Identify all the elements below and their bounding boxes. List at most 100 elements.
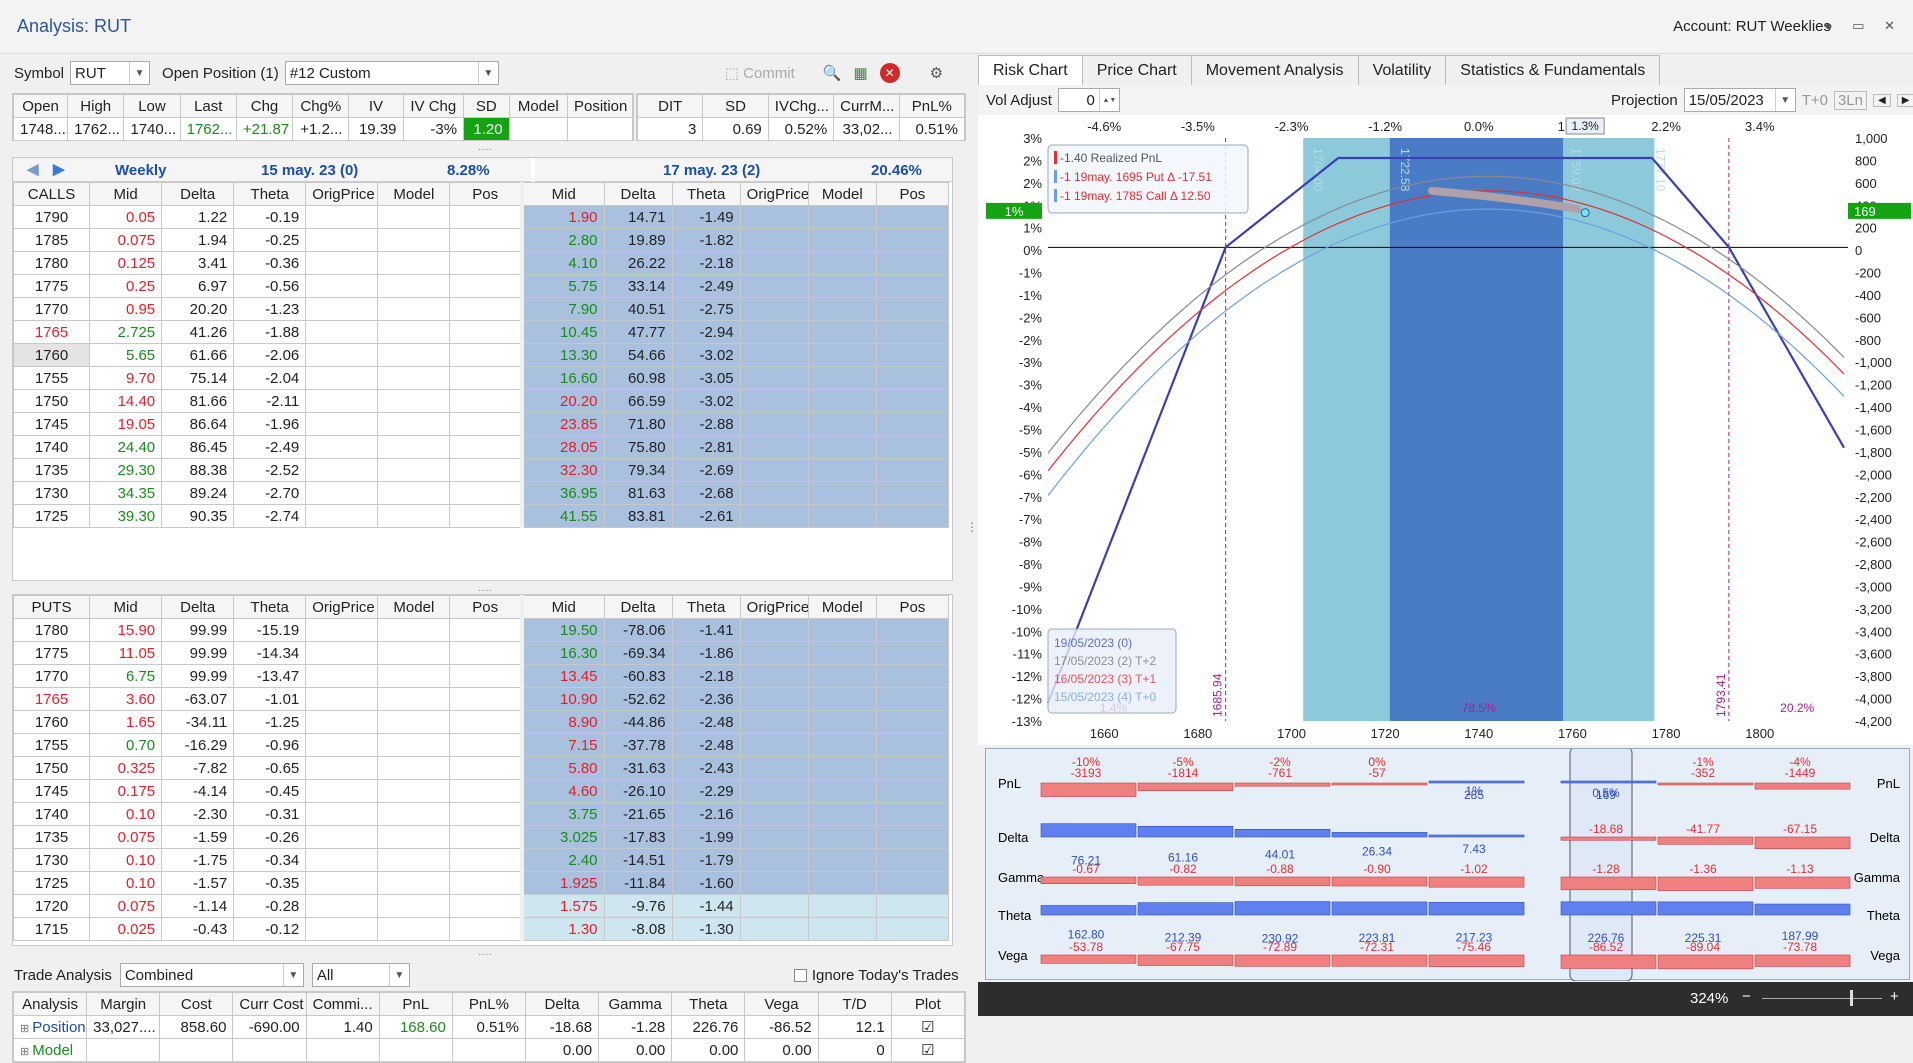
prev-arrow-icon[interactable]: ◀ — [27, 160, 39, 178]
chain-cell — [305, 412, 379, 436]
tab-movement-analysis[interactable]: Movement Analysis — [1190, 55, 1359, 85]
trade-row[interactable]: ⊞ Model 0.00 0.00 0.00 0.00 0 ☑ — [13, 1038, 965, 1062]
chain-cell: -2.52 — [233, 458, 307, 482]
zoom-slider[interactable] — [1762, 998, 1882, 999]
chain-row[interactable]: 1785 0.075 1.94 -0.25 2.80 19.89 -1.82 — [13, 228, 950, 252]
position-select[interactable]: #12 Custom ▼ — [284, 61, 499, 85]
search-icon[interactable]: 🔍 — [823, 64, 842, 82]
chevron-down-icon[interactable]: ▼ — [129, 62, 149, 84]
chevron-down-icon[interactable]: ▼ — [388, 964, 409, 986]
chain-cell: 81.63 — [603, 481, 673, 505]
chain-cell: -1.57 — [161, 871, 235, 895]
quote-value: 1762... — [67, 117, 125, 140]
expand-icon[interactable]: ⊞ — [20, 1023, 32, 1035]
chain-cell: 20.20 — [519, 389, 605, 413]
chain-cell — [449, 389, 523, 413]
chain-cell — [807, 917, 877, 941]
chain-row[interactable]: 1730 34.35 89.24 -2.70 36.95 81.63 -2.68 — [13, 481, 950, 505]
chain-row[interactable]: 1750 14.40 81.66 -2.11 20.20 66.59 -3.02 — [13, 389, 950, 413]
chain-cell: -2.88 — [671, 412, 741, 436]
chain-row[interactable]: 1755 9.70 75.14 -2.04 16.60 60.98 -3.05 — [13, 366, 950, 390]
plot-checkbox[interactable]: ☑ — [890, 1038, 965, 1062]
ln-button[interactable]: 3Ln — [1833, 90, 1867, 110]
next-arrow-icon[interactable]: ▶ — [53, 160, 65, 178]
tab-risk-chart[interactable]: Risk Chart — [978, 55, 1083, 85]
grid-icon[interactable]: ▦ — [853, 64, 867, 82]
prev-icon[interactable]: ◀ — [1873, 93, 1891, 107]
chain-row[interactable]: 1730 0.10 -1.75 -0.34 2.40 -14.51 -1.79 — [13, 848, 950, 872]
chain-row[interactable]: 1715 0.025 -0.43 -0.12 1.30 -8.08 -1.30 — [13, 917, 950, 941]
plot-checkbox[interactable]: ☑ — [890, 1015, 965, 1039]
chain-cell: 1.94 — [161, 228, 235, 252]
chain-header: OrigPrice — [739, 182, 809, 206]
chain-cell — [807, 481, 877, 505]
close-icon[interactable]: ✕ — [879, 63, 900, 83]
chain-row[interactable]: 1750 0.325 -7.82 -0.65 5.80 -31.63 -2.43 — [13, 756, 950, 780]
chain-row[interactable]: 1735 29.30 88.38 -2.52 32.30 79.34 -2.69 — [13, 458, 950, 482]
chain-cell — [807, 618, 877, 642]
x-tick: 1800 — [1745, 726, 1774, 741]
tab-price-chart[interactable]: Price Chart — [1081, 55, 1192, 85]
trade-analysis-label: Trade Analysis — [14, 966, 112, 984]
chain-row[interactable]: 1790 0.05 1.22 -0.19 1.90 14.71 -1.49 — [13, 205, 950, 229]
gear-icon[interactable]: ⚙ — [930, 64, 943, 82]
ignore-today-checkbox[interactable]: Ignore Today's Trades — [793, 967, 959, 984]
trade-row[interactable]: ⊞ Position 33,027.... 858.60 -690.00 1.40 168… — [13, 1015, 965, 1039]
chain-row[interactable]: 1755 0.70 -16.29 -0.96 7.15 -37.78 -2.48 — [13, 733, 950, 757]
tab-volatility[interactable]: Volatility — [1357, 55, 1447, 85]
chain-row[interactable]: 1780 0.125 3.41 -0.36 4.10 26.22 -2.18 — [13, 251, 950, 275]
delta-value: 26.34 — [1362, 845, 1392, 859]
t0-button[interactable]: T+0 — [1802, 92, 1828, 109]
projection-date-select[interactable]: 15/05/2023 ▼ — [1683, 88, 1796, 112]
chain-row[interactable]: 1775 0.25 6.97 -0.56 5.75 33.14 -2.49 — [13, 274, 950, 298]
chain-row[interactable]: 1720 0.075 -1.14 -0.28 1.575 -9.76 -1.44 — [13, 894, 950, 918]
chain-cell: -2.11 — [233, 389, 307, 413]
risk-chart[interactable]: 3% 2% 2% 1% 1% 0% -1% -1% -2% -2% -3% -3% -4% -5% -5% -… — [978, 115, 1913, 745]
trade-mode-select[interactable]: Combined ▼ — [119, 963, 304, 987]
chain-row[interactable]: 1765 2.725 41.26 -1.88 10.45 47.77 -2.94 — [13, 320, 950, 344]
vol-adjust-spinner[interactable]: 0 ▲▼ — [1057, 88, 1120, 112]
chevron-down-icon[interactable]: ▼ — [282, 964, 303, 986]
chain-row[interactable]: 1765 3.60 -63.07 -1.01 10.90 -52.62 -2.36 — [13, 687, 950, 711]
chevron-down-icon[interactable]: ▼ — [477, 62, 498, 84]
chain-row[interactable]: 1770 0.95 20.20 -1.23 7.90 40.51 -2.75 — [13, 297, 950, 321]
chain-header: Pos — [875, 182, 950, 206]
zoom-in-button[interactable]: + — [1890, 988, 1899, 1005]
trade-filter-select[interactable]: All ▼ — [311, 963, 410, 987]
chain-cell: 14.71 — [603, 205, 673, 229]
chain-row[interactable]: 1760 5.65 61.66 -2.06 13.30 54.66 -3.02 — [13, 343, 950, 367]
chain-cell — [739, 389, 809, 413]
trade-cell: 0.00 — [524, 1038, 600, 1062]
chain-row[interactable]: 1745 0.175 -4.14 -0.45 4.60 -26.10 -2.29 — [13, 779, 950, 803]
expand-icon[interactable]: ⊞ — [20, 1046, 32, 1058]
chain-row[interactable]: 1760 1.65 -34.11 -1.25 8.90 -44.86 -2.48 — [13, 710, 950, 734]
chain-cell: -44.86 — [603, 710, 673, 734]
chain-row[interactable]: 1725 0.10 -1.57 -0.35 1.925 -11.84 -1.60 — [13, 871, 950, 895]
chain-row[interactable]: 1725 39.30 90.35 -2.74 41.55 83.81 -2.61 — [13, 504, 950, 528]
chain-cell: -2.30 — [161, 802, 235, 826]
chain-row[interactable]: 1740 0.10 -2.30 -0.31 3.75 -21.65 -2.16 — [13, 802, 950, 826]
chain-cell: -78.06 — [603, 618, 673, 642]
expiry2-iv: 20.46% — [871, 162, 922, 179]
commit-button[interactable]: ⬚ Commit — [725, 64, 795, 82]
chain-cell: 2.80 — [519, 228, 605, 252]
chain-row[interactable]: 1770 6.75 99.99 -13.47 13.45 -60.83 -2.18 — [13, 664, 950, 688]
chain-cell: -1.30 — [671, 917, 741, 941]
symbol-select[interactable]: RUT ▼ — [70, 61, 151, 85]
chain-row[interactable]: 1740 24.40 86.45 -2.49 28.05 75.80 -2.81 — [13, 435, 950, 459]
chain-cell: 3.75 — [519, 802, 605, 826]
chain-row[interactable]: 1735 0.075 -1.59 -0.26 3.025 -17.83 -1.99 — [13, 825, 950, 849]
chain-cell — [875, 435, 950, 459]
tab-statistics-fundamentals[interactable]: Statistics & Fundamentals — [1445, 55, 1661, 85]
window-controls[interactable]: ● ▭ ✕ — [1825, 18, 1903, 34]
next-icon[interactable]: ▶ — [1896, 93, 1913, 107]
spinner-icon[interactable]: ▲▼ — [1098, 89, 1119, 111]
zoom-thumb[interactable] — [1850, 990, 1853, 1006]
chain-row[interactable]: 1780 15.90 99.99 -15.19 19.50 -78.06 -1.41 — [13, 618, 950, 642]
chain-cell — [875, 664, 950, 688]
chain-row[interactable]: 1775 11.05 99.99 -14.34 16.30 -69.34 -1.86 — [13, 641, 950, 665]
zoom-out-button[interactable]: − — [1742, 988, 1751, 1005]
chain-row[interactable]: 1745 19.05 86.64 -1.96 23.85 71.80 -2.88 — [13, 412, 950, 436]
chevron-down-icon[interactable]: ▼ — [1774, 89, 1795, 111]
y-left-tick: -10% — [1012, 602, 1043, 617]
